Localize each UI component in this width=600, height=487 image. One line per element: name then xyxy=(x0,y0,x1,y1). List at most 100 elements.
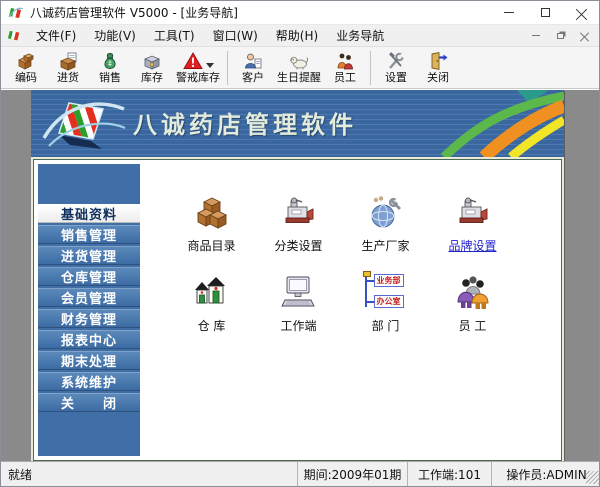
maximize-icon xyxy=(540,8,550,17)
toolbar-separator xyxy=(370,50,371,85)
toolbar-close-label: 关闭 xyxy=(427,71,449,84)
banner-swoosh-decoration xyxy=(440,90,564,157)
toolbar-sales-label: 销售 xyxy=(99,71,121,84)
sidebar-item-basic-data[interactable]: 基础资料 xyxy=(38,204,140,223)
sidebar-item-report-center[interactable]: 报表中心 xyxy=(38,330,140,349)
status-operator: 操作员:ADMIN xyxy=(491,462,599,486)
title-bar: 八诚药店管理软件 V5000 - [业务导航] xyxy=(1,1,599,25)
company-logo-icon xyxy=(42,102,126,149)
department-tree-icon: 业务部 办公室 xyxy=(358,271,414,312)
toolbar-birthday-button[interactable]: 生日提醒 xyxy=(274,48,324,88)
customer-icon xyxy=(245,53,262,69)
shortcut-manufacturer[interactable]: 生产厂家 xyxy=(342,182,429,258)
toolbar: 编码 进货 销售 库存 警戒库存 客户 生日提醒 员工 设置 关闭 xyxy=(1,47,599,89)
sales-moneybag-icon xyxy=(104,53,116,69)
sidebar-item-member-mgmt[interactable]: 会员管理 xyxy=(38,288,140,307)
shortcut-area: 商品目录 分类设置 生产厂家 品牌设置 仓 库 工作端 业务部 办公室 部 门 … xyxy=(144,160,561,460)
menu-tools[interactable]: 工具(T) xyxy=(145,25,204,46)
shortcut-label-link: 品牌设置 xyxy=(448,239,497,253)
manufacturer-icon xyxy=(370,196,401,228)
resize-grip[interactable] xyxy=(586,471,599,484)
toolbar-customer-button[interactable]: 客户 xyxy=(232,48,274,88)
toolbar-purchase-label: 进货 xyxy=(57,71,79,84)
toolbar-code-button[interactable]: 编码 xyxy=(5,48,47,88)
mdi-close-icon xyxy=(580,31,589,40)
dropdown-caret-icon[interactable] xyxy=(205,62,214,68)
toolbar-sales-button[interactable]: 销售 xyxy=(89,48,131,88)
workstation-icon xyxy=(280,276,315,307)
shortcut-brand-settings[interactable]: 品牌设置 xyxy=(429,182,516,258)
sidebar-item-period-end[interactable]: 期末处理 xyxy=(38,351,140,370)
menu-file[interactable]: 文件(F) xyxy=(27,25,85,46)
shortcut-label: 员 工 xyxy=(458,319,487,333)
toolbar-purchase-button[interactable]: 进货 xyxy=(47,48,89,88)
minimize-button[interactable] xyxy=(491,1,527,24)
category-settings-icon xyxy=(285,197,313,223)
exit-door-icon xyxy=(431,51,448,71)
mdi-close-button[interactable] xyxy=(577,30,591,42)
banner-title: 八诚药店管理软件 xyxy=(133,110,357,139)
menu-business-nav[interactable]: 业务导航 xyxy=(327,25,393,46)
shortcut-workstation[interactable]: 工作端 xyxy=(255,262,342,338)
toolbar-customer-label: 客户 xyxy=(242,71,264,84)
shortcut-department[interactable]: 业务部 办公室 部 门 xyxy=(342,262,429,338)
content-frame: 基础资料 销售管理 进货管理 仓库管理 会员管理 财务管理 报表中心 期末处理 … xyxy=(31,157,564,463)
maximize-button[interactable] xyxy=(527,1,563,24)
purchase-icon xyxy=(59,52,77,71)
toolbar-close-button[interactable]: 关闭 xyxy=(417,48,459,88)
toolbar-birthday-label: 生日提醒 xyxy=(277,71,321,84)
sidebar-header-block xyxy=(38,164,140,204)
toolbar-stock-alert-label: 警戒库存 xyxy=(176,71,220,84)
status-workstation: 工作端:101 xyxy=(407,462,491,486)
shortcut-employees[interactable]: 员 工 xyxy=(429,262,516,338)
stock-alert-icon xyxy=(182,52,203,69)
toolbar-stock-label: 库存 xyxy=(141,71,163,84)
toolbar-separator xyxy=(227,50,228,85)
sidebar-item-finance-mgmt[interactable]: 财务管理 xyxy=(38,309,140,328)
mdi-restore-button[interactable] xyxy=(553,30,567,42)
app-window: 八诚药店管理软件 V5000 - [业务导航] 文件(F) 功能(V) 工具(T… xyxy=(0,0,600,487)
sidebar-nav: 基础资料 销售管理 进货管理 仓库管理 会员管理 财务管理 报表中心 期末处理 … xyxy=(38,164,140,456)
status-bar: 就绪 期间:2009年01期 工作端:101 操作员:ADMIN xyxy=(1,461,599,486)
employees-icon xyxy=(457,276,488,309)
sidebar-item-purchase-mgmt[interactable]: 进货管理 xyxy=(38,246,140,265)
minimize-icon xyxy=(504,12,514,13)
window-title: 八诚药店管理软件 V5000 - [业务导航] xyxy=(30,6,238,20)
department-node: 办公室 xyxy=(364,295,404,308)
sidebar-item-close[interactable]: 关 闭 xyxy=(38,393,140,412)
toolbar-code-label: 编码 xyxy=(15,71,37,84)
mdi-minimize-icon xyxy=(532,35,540,36)
app-logo-icon xyxy=(8,7,24,18)
shortcut-label: 生产厂家 xyxy=(361,239,410,253)
shortcut-label: 部 门 xyxy=(371,319,400,333)
toolbar-stock-button[interactable]: 库存 xyxy=(131,48,173,88)
toolbar-settings-label: 设置 xyxy=(385,71,407,84)
sidebar-item-warehouse-mgmt[interactable]: 仓库管理 xyxy=(38,267,140,286)
shortcut-category-settings[interactable]: 分类设置 xyxy=(255,182,342,258)
mdi-minimize-button[interactable] xyxy=(529,30,543,42)
shortcut-label: 工作端 xyxy=(280,319,317,333)
sidebar-item-system-maint[interactable]: 系统维护 xyxy=(38,372,140,391)
shortcut-label: 仓 库 xyxy=(197,319,226,333)
mdi-child-icon xyxy=(7,30,20,41)
toolbar-settings-button[interactable]: 设置 xyxy=(375,48,417,88)
toolbar-staff-label: 员工 xyxy=(334,71,356,84)
toolbar-stock-alert-button[interactable]: 警戒库存 xyxy=(173,48,223,88)
banner: 八诚药店管理软件 xyxy=(31,90,564,157)
staff-icon xyxy=(337,53,353,70)
shortcut-warehouse[interactable]: 仓 库 xyxy=(168,262,255,338)
shortcut-label: 商品目录 xyxy=(187,239,236,253)
sidebar-item-sales-mgmt[interactable]: 销售管理 xyxy=(38,225,140,244)
shortcut-goods-catalog[interactable]: 商品目录 xyxy=(168,182,255,258)
toolbar-staff-button[interactable]: 员工 xyxy=(324,48,366,88)
menu-help[interactable]: 帮助(H) xyxy=(267,25,327,46)
mdi-client-area: 八诚药店管理软件 基础资料 销售管理 进货管理 仓库管理 会员管理 财务管理 报… xyxy=(1,90,599,463)
shortcut-label: 分类设置 xyxy=(274,239,323,253)
menu-function[interactable]: 功能(V) xyxy=(85,25,145,46)
status-ready-text: 就绪 xyxy=(8,467,33,482)
mdi-restore-icon xyxy=(556,32,564,39)
department-node: 业务部 xyxy=(364,274,404,287)
close-icon xyxy=(576,7,587,18)
close-button[interactable] xyxy=(563,1,599,24)
menu-window[interactable]: 窗口(W) xyxy=(204,25,267,46)
